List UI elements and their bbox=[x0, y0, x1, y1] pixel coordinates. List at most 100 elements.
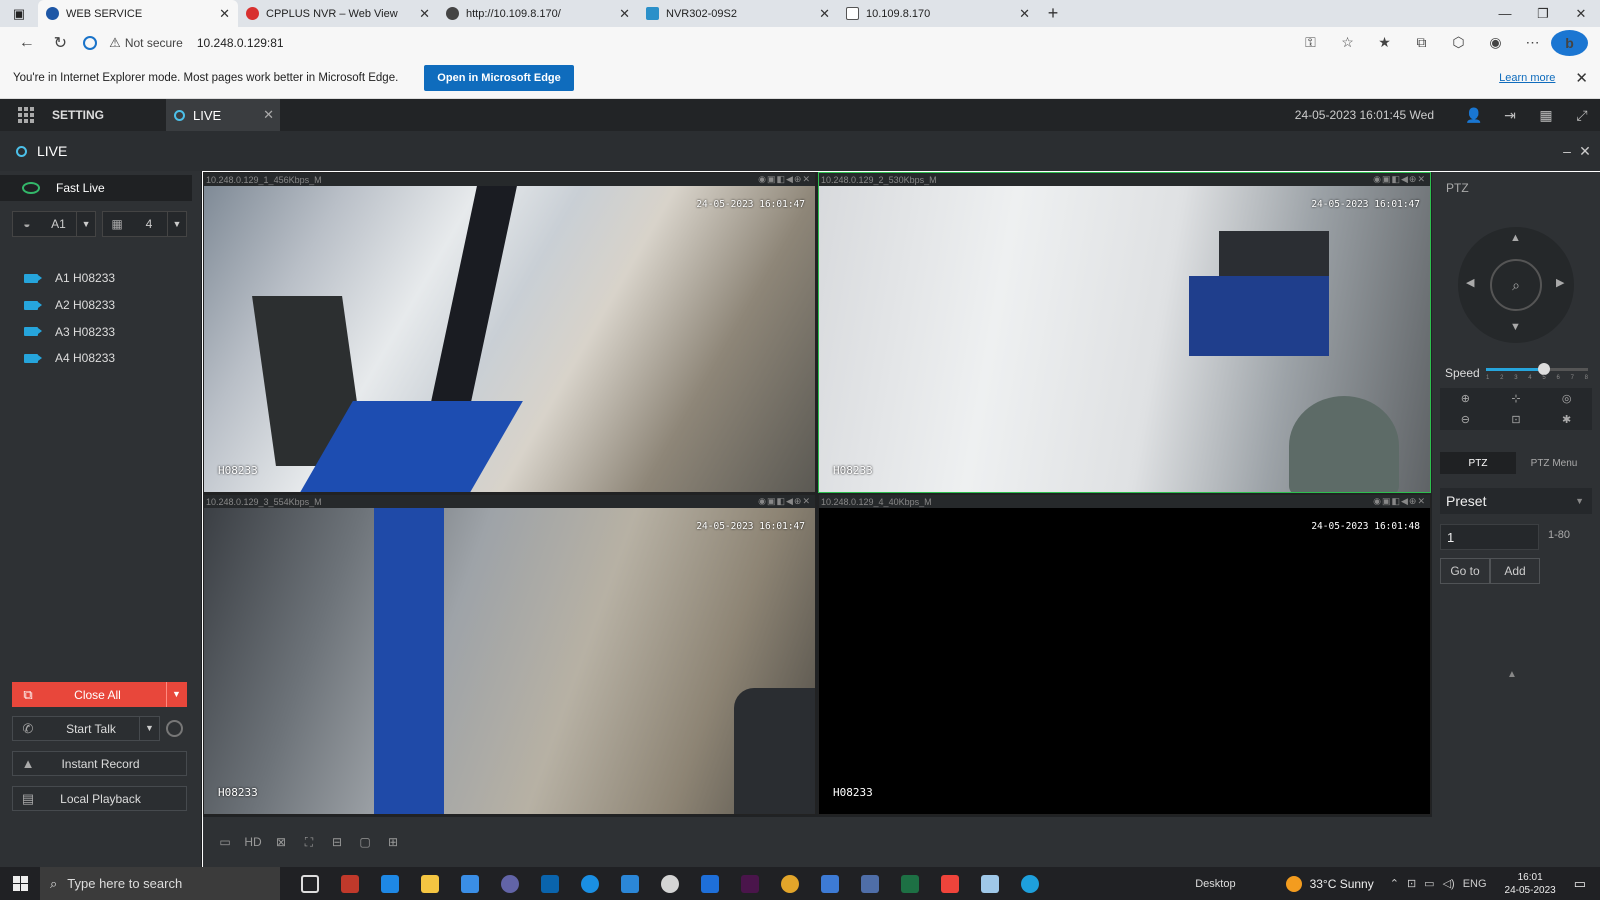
mail-icon[interactable] bbox=[610, 874, 650, 893]
start-button[interactable] bbox=[0, 876, 40, 891]
browser-tab-4[interactable]: NVR302-09S2 ✕ bbox=[638, 0, 838, 27]
key-icon[interactable]: ⚿ bbox=[1292, 34, 1329, 51]
back-icon[interactable]: ← bbox=[10, 34, 44, 52]
tab-ptz[interactable]: PTZ bbox=[1440, 452, 1516, 474]
weather-text[interactable]: 33°C Sunny bbox=[1310, 877, 1374, 891]
internet-explorer-icon[interactable] bbox=[570, 874, 610, 893]
instant-record-button[interactable]: ▲ Instant Record bbox=[12, 751, 187, 776]
learn-more-link[interactable]: Learn more bbox=[1499, 72, 1555, 84]
fast-live-header[interactable]: Fast Live bbox=[0, 175, 192, 201]
setting-tab[interactable]: SETTING bbox=[52, 108, 166, 122]
app-icon[interactable] bbox=[690, 874, 730, 893]
video-pane-2[interactable]: 10.248.0.129_2_530Kbps_M ◉▣◧◀⊕✕ 24-05-20… bbox=[818, 172, 1431, 493]
iris-open-icon[interactable]: ◎ bbox=[1541, 388, 1592, 409]
zoom-in-icon[interactable]: ⊕ bbox=[1440, 388, 1491, 409]
network-icon[interactable]: ⊡ bbox=[1407, 877, 1416, 890]
channel-item[interactable]: A4 H08233 bbox=[0, 345, 200, 372]
focus-far-icon[interactable]: ⊡ bbox=[1491, 409, 1542, 430]
ie-mode-icon[interactable] bbox=[83, 35, 98, 50]
slack-icon[interactable] bbox=[730, 874, 770, 893]
stream-select[interactable]: ◒ A1 ▼ bbox=[12, 211, 96, 237]
app-icon[interactable] bbox=[970, 874, 1010, 893]
refresh-icon[interactable]: ↻ bbox=[44, 33, 78, 53]
channel-item[interactable]: A1 H08233 bbox=[0, 265, 200, 292]
video-pane-3[interactable]: 10.248.0.129_3_554Kbps_M ◉▣◧◀⊕✕ 24-05-20… bbox=[203, 494, 816, 815]
store-icon[interactable] bbox=[450, 874, 490, 893]
outlook-icon[interactable] bbox=[530, 874, 570, 893]
hd-button[interactable]: HD bbox=[239, 835, 267, 849]
collections-icon[interactable]: ⧉ bbox=[1403, 34, 1440, 51]
taskbar-search[interactable]: ⌕ Type here to search bbox=[40, 867, 280, 900]
new-tab-button[interactable]: + bbox=[1038, 0, 1068, 27]
security-label[interactable]: Not secure bbox=[125, 36, 183, 50]
browser-tab-5[interactable]: 10.109.8.170 ✕ bbox=[838, 0, 1038, 27]
minimize-icon[interactable]: — bbox=[1486, 6, 1524, 21]
close-window-icon[interactable]: ✕ bbox=[1562, 6, 1600, 22]
fit-window-icon[interactable]: ⛶ bbox=[295, 835, 323, 850]
pane-tool-icons[interactable]: ◉▣◧◀⊕✕ bbox=[1373, 496, 1426, 507]
url-text[interactable]: 10.248.0.129:81 bbox=[197, 36, 284, 50]
display-icon[interactable]: ▭ bbox=[1424, 877, 1434, 890]
stream-switch-icon[interactable]: ⊠ bbox=[267, 835, 295, 849]
file-explorer-icon[interactable] bbox=[410, 874, 450, 893]
open-in-edge-button[interactable]: Open in Microsoft Edge bbox=[424, 65, 574, 91]
aspect-ratio-icon[interactable]: ▭ bbox=[211, 835, 239, 849]
iris-close-icon[interactable]: ✱ bbox=[1541, 409, 1592, 430]
close-panel-icon[interactable]: ✕ bbox=[1576, 143, 1594, 160]
video-pane-1[interactable]: 10.248.0.129_1_456Kbps_M ◉▣◧◀⊕✕ 24-05-20… bbox=[203, 172, 816, 493]
zoom-out-icon[interactable]: ⊖ bbox=[1440, 409, 1491, 430]
preset-number-input[interactable]: 1 bbox=[1440, 524, 1539, 550]
app-icon[interactable] bbox=[850, 874, 890, 893]
tray-chevron-icon[interactable]: ⌃ bbox=[1390, 877, 1399, 890]
pane-tool-icons[interactable]: ◉▣◧◀⊕✕ bbox=[758, 174, 811, 185]
quad-view-icon[interactable]: ⊞ bbox=[379, 835, 407, 849]
goto-preset-button[interactable]: Go to bbox=[1440, 558, 1490, 584]
notifications-icon[interactable]: ▭ bbox=[1574, 876, 1586, 892]
language-indicator[interactable]: ENG bbox=[1463, 878, 1487, 890]
close-live-tab-icon[interactable]: ✕ bbox=[263, 107, 274, 123]
channel-item[interactable]: A3 H08233 bbox=[0, 318, 200, 345]
preset-select[interactable]: Preset ▼ bbox=[1440, 488, 1592, 514]
browser-tab-1[interactable]: WEB SERVICE ✕ bbox=[38, 0, 238, 27]
pane-tool-icons[interactable]: ◉▣◧◀⊕✕ bbox=[758, 496, 811, 507]
more-menu-icon[interactable]: ⋯ bbox=[1514, 34, 1551, 51]
pane-tool-icons[interactable]: ◉▣◧◀⊕✕ bbox=[1373, 174, 1426, 185]
anydesk-icon[interactable] bbox=[930, 874, 970, 893]
channel-item[interactable]: A2 H08233 bbox=[0, 292, 200, 319]
browser-tab-2[interactable]: CPPLUS NVR – Web View ✕ bbox=[238, 0, 438, 27]
pan-up-icon[interactable]: ▲ bbox=[1510, 232, 1521, 244]
desktop-toolbar[interactable]: Desktop bbox=[1195, 878, 1235, 890]
split-icon[interactable]: ⊟ bbox=[323, 835, 351, 849]
vnc-icon[interactable] bbox=[810, 874, 850, 893]
pan-down-icon[interactable]: ▼ bbox=[1510, 321, 1521, 333]
close-tab-icon[interactable]: ✕ bbox=[619, 6, 630, 22]
app-icon[interactable] bbox=[650, 874, 690, 893]
local-playback-button[interactable]: ▤ Local Playback bbox=[12, 786, 187, 811]
close-tab-icon[interactable]: ✕ bbox=[819, 6, 830, 22]
focus-near-icon[interactable]: ⊹ bbox=[1491, 388, 1542, 409]
bing-icon[interactable]: b bbox=[1551, 29, 1588, 56]
add-favorite-icon[interactable]: ☆ bbox=[1329, 34, 1366, 51]
close-tab-icon[interactable]: ✕ bbox=[219, 6, 230, 22]
logout-icon[interactable]: ⇥ bbox=[1492, 107, 1528, 124]
browser-tab-3[interactable]: http://10.109.8.170/ ✕ bbox=[438, 0, 638, 27]
teams-icon[interactable] bbox=[490, 874, 530, 893]
collapse-icon[interactable]: ▲ bbox=[1507, 669, 1517, 680]
chevron-down-icon[interactable]: ▼ bbox=[77, 219, 95, 229]
extensions-icon[interactable]: ⬡ bbox=[1440, 34, 1477, 51]
url-field[interactable]: ⚠ Not secure 10.248.0.129:81 bbox=[77, 31, 1292, 55]
favorites-icon[interactable]: ★ bbox=[1366, 34, 1403, 51]
add-preset-button[interactable]: Add bbox=[1490, 558, 1540, 584]
auto-focus-icon[interactable]: ⌕ bbox=[1490, 259, 1542, 311]
close-all-button[interactable]: ⧉ Close All ▼ bbox=[12, 682, 187, 707]
close-tab-icon[interactable]: ✕ bbox=[1019, 6, 1030, 22]
talk-status-icon[interactable] bbox=[166, 720, 183, 737]
single-view-icon[interactable]: ▢ bbox=[351, 835, 379, 849]
volume-icon[interactable]: ◁) bbox=[1443, 877, 1455, 890]
app-icon[interactable] bbox=[370, 874, 410, 893]
edge-icon[interactable] bbox=[1010, 874, 1050, 893]
app-icon[interactable] bbox=[330, 874, 370, 893]
chevron-down-icon[interactable]: ▼ bbox=[168, 219, 186, 229]
minimize-panel-icon[interactable]: – bbox=[1558, 143, 1576, 160]
restore-icon[interactable]: ❐ bbox=[1524, 6, 1562, 22]
